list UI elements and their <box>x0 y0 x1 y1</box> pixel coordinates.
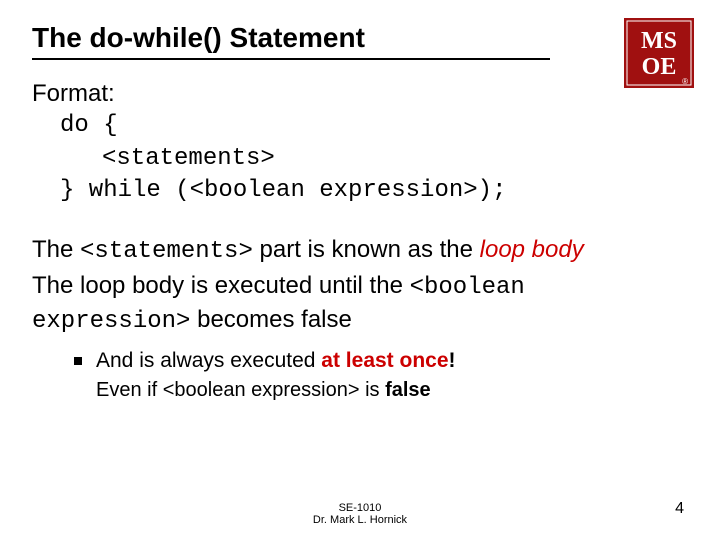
slide-body: Format: do { <statements> } while (<bool… <box>32 78 688 404</box>
paragraph-loop-body: The <statements> part is known as the lo… <box>32 234 688 268</box>
slide-title: The do-while() Statement <box>32 22 550 60</box>
footer-author: Dr. Mark L. Hornick <box>0 514 720 526</box>
term-loop-body: loop body <box>480 236 584 263</box>
bullet-item: And is always executed at least once! <box>32 347 688 375</box>
text: Even if <boolean expression> is <box>96 379 385 401</box>
page-number: 4 <box>675 500 684 518</box>
text: ! <box>449 349 456 372</box>
code-line-2: <statements> <box>32 143 688 175</box>
emphasis-false: false <box>385 379 431 401</box>
text: The <box>32 236 80 263</box>
paragraph-executed-until: The loop body is executed until the <boo… <box>32 270 688 339</box>
emphasis-at-least-once: at least once <box>321 349 448 372</box>
code-inline: <statements> <box>80 238 253 265</box>
bullet-subtext: Even if <boolean expression> is false <box>32 377 688 404</box>
text: becomes false <box>190 306 351 333</box>
svg-text:®: ® <box>682 77 688 86</box>
footer-course: SE-1010 <box>0 502 720 514</box>
code-line-3: } while (<boolean expression>); <box>32 175 688 207</box>
text: The loop body is executed until the <box>32 272 410 299</box>
svg-text:MS: MS <box>641 28 677 54</box>
bullet-icon <box>74 357 82 365</box>
bullet-text: And is always executed at least once! <box>96 347 456 375</box>
footer: SE-1010 Dr. Mark L. Hornick <box>0 502 720 526</box>
text: And is always executed <box>96 349 321 372</box>
svg-text:OE: OE <box>642 54 677 80</box>
code-line-1: do { <box>32 110 688 142</box>
msoe-logo: MS OE ® <box>624 18 694 88</box>
format-label: Format: <box>32 78 688 110</box>
text: part is known as the <box>253 236 480 263</box>
